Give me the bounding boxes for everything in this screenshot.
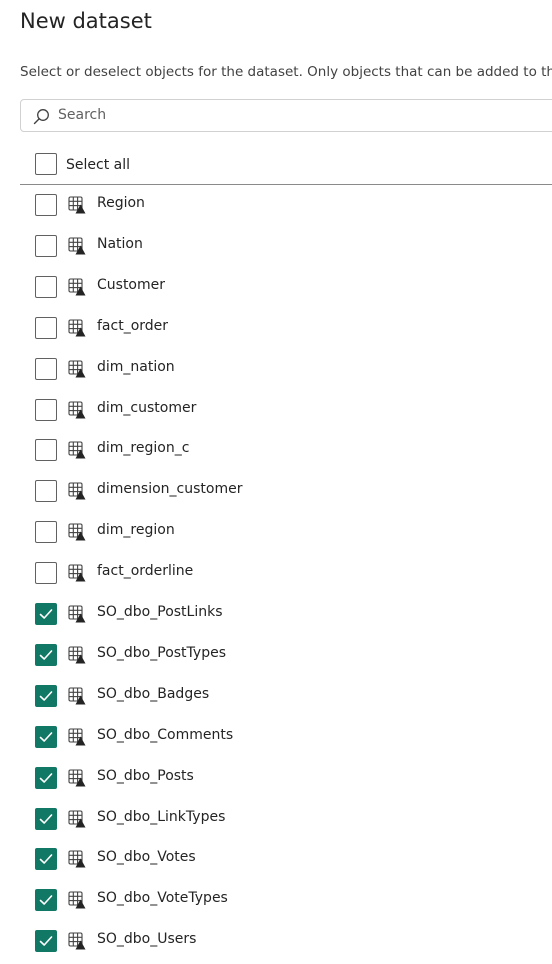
checkmark-icon [39,650,53,660]
item-checkbox[interactable] [35,398,57,421]
list-item[interactable]: Region [0,185,552,226]
item-checkbox[interactable] [35,562,57,585]
select-all-label: Select all [66,157,130,173]
item-checkbox[interactable] [35,521,57,544]
list-item[interactable]: dimension_customer [0,471,552,512]
checkmark-icon [39,895,53,906]
table-with-warning-icon [68,482,86,500]
item-checkbox[interactable] [35,357,57,380]
item-checkbox[interactable] [35,603,57,625]
item-label: SO_dbo_Badges [97,685,210,702]
table-with-warning-icon [68,319,86,337]
item-checkbox[interactable] [35,194,57,216]
list-item[interactable]: SO_dbo_VoteTypes [0,880,552,921]
table-with-warning-icon [68,564,86,582]
table-with-warning-icon [68,932,86,950]
table-with-warning-icon [68,278,86,296]
list-item[interactable]: dim_nation [0,349,552,390]
list-item[interactable]: Nation [0,226,552,267]
list-item[interactable]: dim_region [0,512,552,553]
item-label: Customer [97,276,166,293]
item-label: dim_region_c [97,440,190,457]
item-label: SO_dbo_LinkTypes [97,808,226,825]
table-with-warning-icon [68,360,86,378]
item-checkbox[interactable] [35,684,57,707]
item-label: SO_dbo_Users [97,931,197,948]
item-label: dim_region [97,522,175,539]
table-with-warning-icon [68,769,86,787]
table-with-warning-icon [68,237,86,255]
list-item[interactable]: SO_dbo_PostTypes [0,635,552,676]
checkmark-icon [39,936,53,946]
list-item[interactable]: dim_customer [0,390,552,431]
item-label: SO_dbo_VoteTypes [97,890,228,907]
item-label: fact_order [97,317,169,334]
list-item[interactable]: SO_dbo_Users [0,921,552,962]
list-item[interactable]: SO_dbo_Posts [0,758,552,799]
table-with-warning-icon [68,196,86,214]
table-with-warning-icon [68,891,86,909]
list-item[interactable]: SO_dbo_LinkTypes [0,799,552,840]
select-all-row[interactable]: Select all [0,146,552,184]
item-label: SO_dbo_Votes [97,849,196,866]
select-all-checkbox[interactable] [35,153,57,175]
item-label: Region [97,195,145,211]
search-placeholder: Search [58,107,107,123]
item-checkbox[interactable] [35,889,57,912]
item-checkbox[interactable] [35,316,57,339]
item-checkbox[interactable] [35,234,57,257]
table-with-warning-icon [68,850,86,868]
page-title: New dataset [20,9,152,33]
description-text: Select or deselect objects for the datas… [20,64,552,80]
table-with-warning-icon [68,728,86,746]
checkmark-icon [39,813,53,824]
table-with-warning-icon [68,809,86,828]
checkmark-icon [39,609,53,619]
item-checkbox[interactable] [35,766,57,789]
list-item[interactable]: Customer [0,267,552,308]
search-icon [33,109,49,125]
list-item[interactable]: SO_dbo_Badges [0,676,552,717]
item-checkbox[interactable] [35,643,57,666]
item-checkbox[interactable] [35,848,57,871]
checkmark-icon [39,731,53,742]
table-with-warning-icon [68,605,86,623]
item-checkbox[interactable] [35,807,57,830]
item-label: Nation [97,235,143,252]
item-checkbox[interactable] [35,439,57,462]
search-input[interactable]: Search [20,99,552,132]
item-label: dim_customer [97,399,197,416]
item-checkbox[interactable] [35,275,57,298]
table-with-warning-icon [68,523,86,541]
item-checkbox[interactable] [35,725,57,748]
list-item[interactable]: SO_dbo_Comments [0,717,552,758]
table-with-warning-icon [68,400,86,419]
item-label: SO_dbo_PostLinks [97,604,223,620]
table-with-warning-icon [68,646,86,664]
new-dataset-panel: New dataset Select or deselect objects f… [0,0,552,964]
checkmark-icon [39,690,53,701]
item-label: SO_dbo_Comments [97,726,234,743]
table-with-warning-icon [68,441,86,459]
item-label: dim_nation [97,358,175,375]
item-checkbox[interactable] [35,480,57,503]
list-item[interactable]: SO_dbo_Votes [0,839,552,880]
item-label: fact_orderline [97,563,194,580]
table-with-warning-icon [68,687,86,705]
checkmark-icon [39,854,53,865]
list-item[interactable]: SO_dbo_PostLinks [0,594,552,635]
item-label: dimension_customer [97,481,243,498]
list-item[interactable]: dim_region_c [0,430,552,471]
checkmark-icon [39,772,53,783]
item-label: SO_dbo_Posts [97,767,194,784]
list-item[interactable]: fact_orderline [0,553,552,594]
item-label: SO_dbo_PostTypes [97,644,226,661]
list-item[interactable]: fact_order [0,308,552,349]
item-checkbox[interactable] [35,930,57,953]
